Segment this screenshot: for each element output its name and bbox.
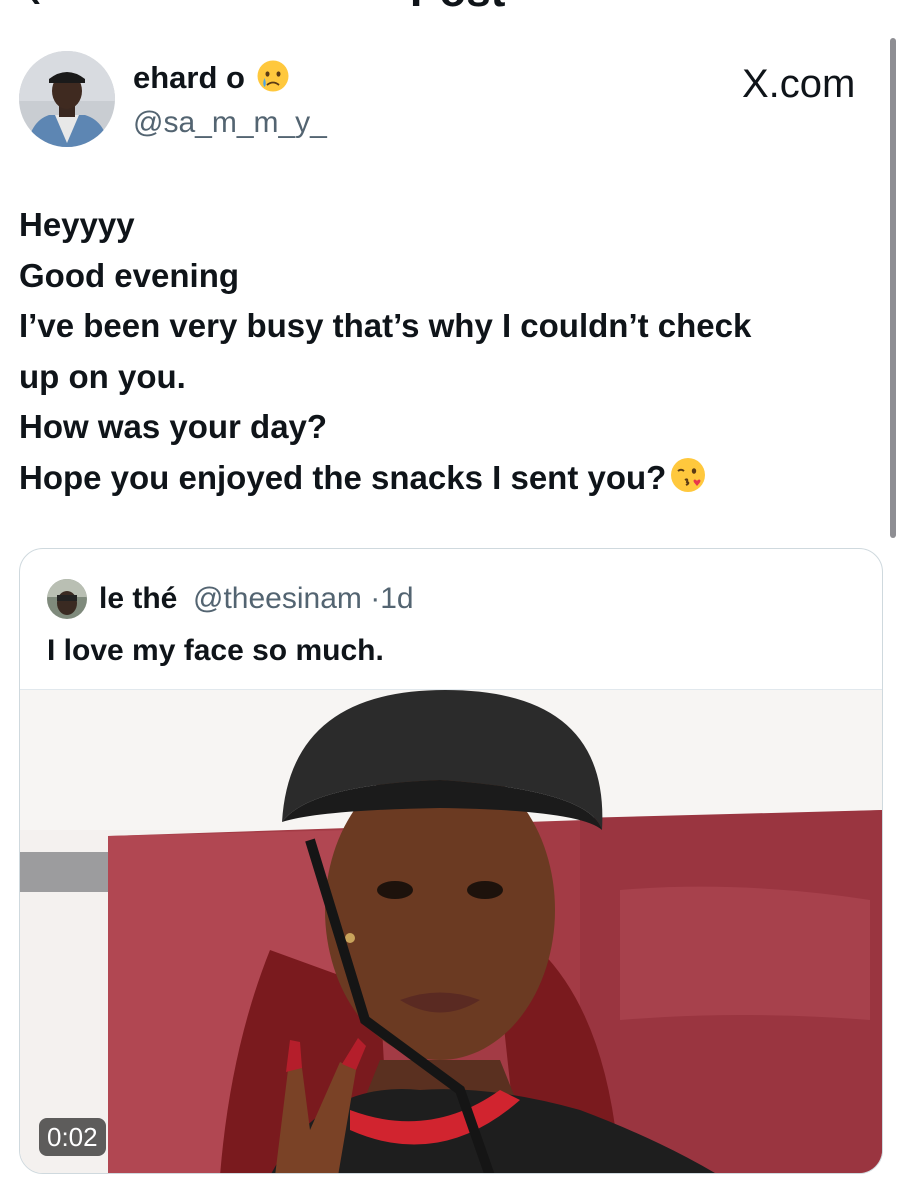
quoted-video[interactable]: 0:02 — [20, 689, 882, 1173]
page-title: Post — [410, 0, 505, 14]
tweet-line: Heyyyy — [19, 206, 135, 243]
quoted-post-text: I love my face so much. — [47, 634, 384, 667]
tweet-line-last: Hope you enjoyed the snacks I sent you? — [19, 453, 879, 504]
author-display-name[interactable]: ehard o — [133, 58, 290, 98]
author-avatar-image — [19, 51, 115, 147]
crying-face-emoji-icon — [257, 60, 289, 92]
back-arrow-icon[interactable]: ‹ — [28, 0, 41, 14]
author-name-text: ehard o — [133, 60, 245, 95]
scrollbar[interactable] — [890, 38, 896, 538]
xcom-watermark: X.com — [742, 62, 856, 106]
quoted-post-time: 1d — [380, 582, 414, 615]
tweet-line: How was your day? — [19, 408, 328, 445]
author-handle[interactable]: @sa_m_m_y_ — [133, 103, 327, 143]
top-navigation-bar: ‹ Post — [0, 0, 904, 14]
tweet-line: I’ve been very busy that’s why I couldn’… — [19, 307, 752, 344]
tweet-text: Heyyyy Good evening I’ve been very busy … — [19, 200, 879, 503]
video-thumbnail — [20, 690, 882, 1173]
quoted-author-avatar[interactable] — [47, 579, 87, 619]
tweet-line: up on you. — [19, 357, 186, 395]
meta-separator: · — [370, 582, 381, 615]
quoted-author-meta[interactable]: @theesinam ·1d — [193, 579, 414, 619]
face-blowing-kiss-emoji-icon — [671, 457, 706, 492]
quoted-author-name[interactable]: le thé — [99, 579, 177, 619]
quoted-author-avatar-image — [47, 579, 87, 619]
quoted-post-card[interactable]: le thé @theesinam ·1d I love my face so … — [19, 548, 883, 1174]
author-avatar[interactable] — [19, 51, 115, 147]
quoted-author-handle: @theesinam — [193, 582, 362, 615]
tweet-line-text: Hope you enjoyed the snacks I sent you? — [19, 458, 667, 496]
video-duration-badge: 0:02 — [39, 1118, 106, 1156]
tweet-line: Good evening — [19, 256, 240, 294]
